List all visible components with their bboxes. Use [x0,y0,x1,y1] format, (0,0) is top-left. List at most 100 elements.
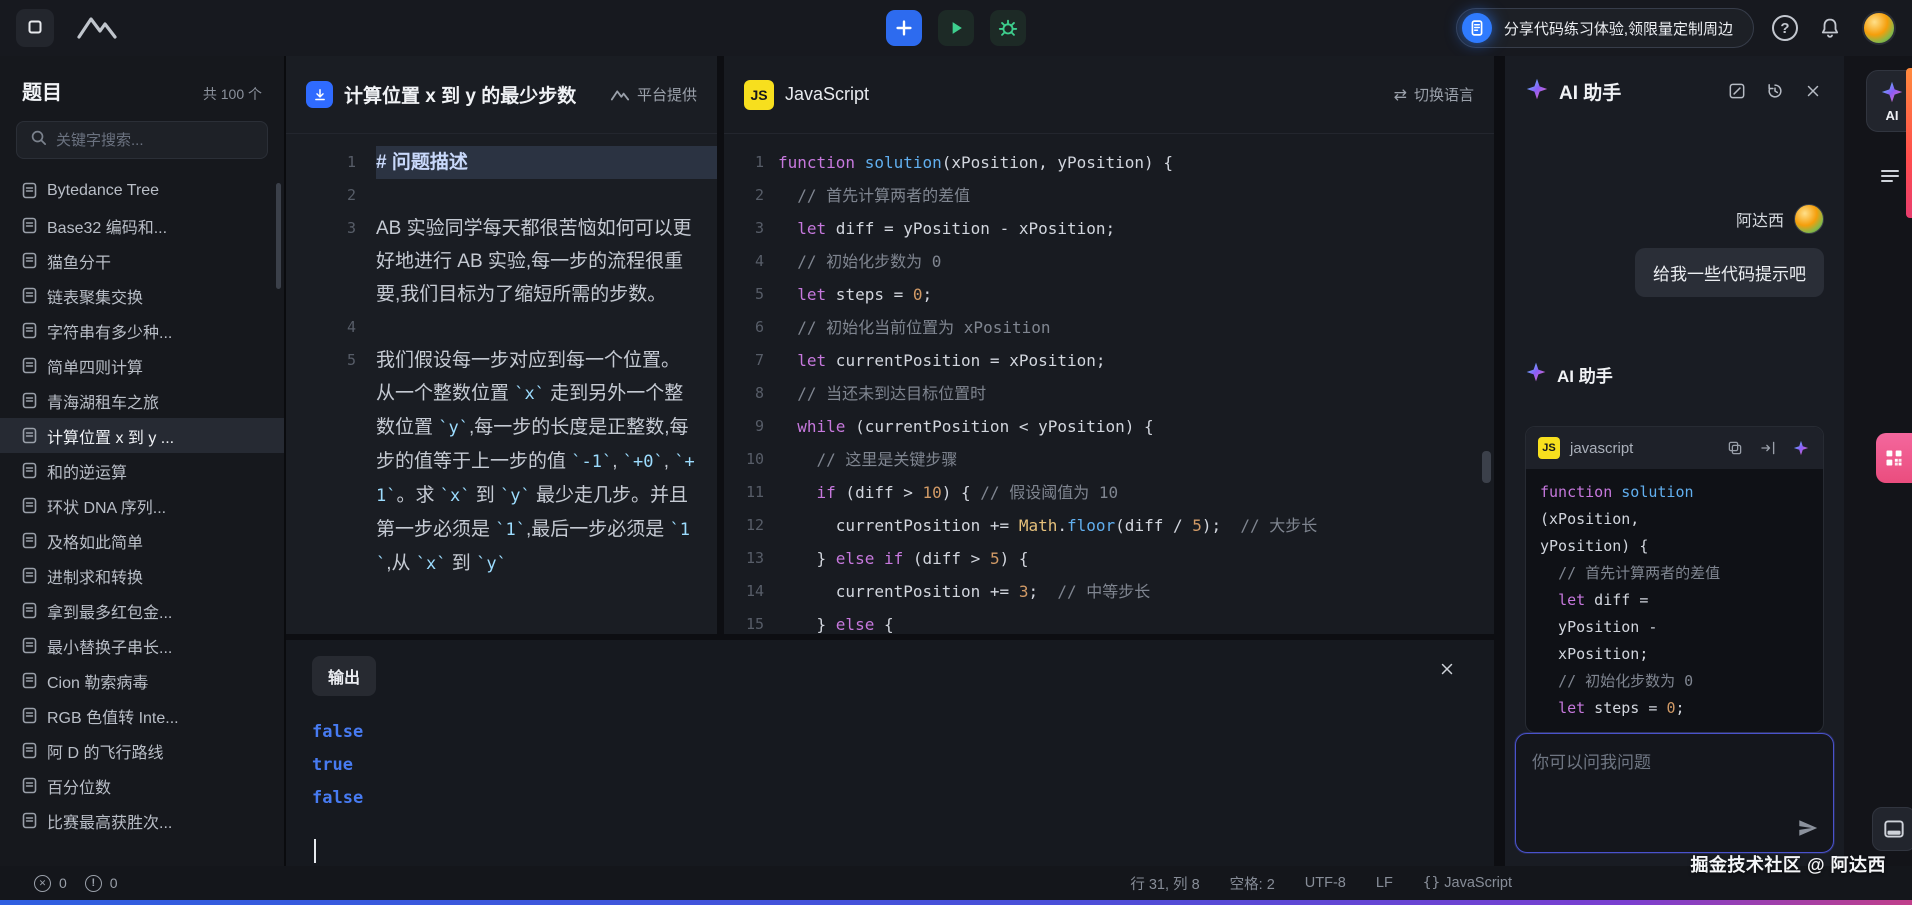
output-panel: 输出 falsetruefalse [286,640,1494,866]
status-item[interactable]: 行 31, 列 8 [1130,873,1199,894]
warnings-count: 0 [110,875,118,891]
copy-code-icon[interactable] [1725,438,1745,458]
problem-list-item[interactable]: 最小替换子串长... [0,628,284,663]
problem-list-item[interactable]: 计算位置 x 到 y ... [0,418,284,453]
vertical-divider[interactable] [1494,56,1505,866]
debug-button[interactable] [990,10,1026,46]
problem-list-item[interactable]: Cion 勒索病毒 [0,663,284,698]
problem-list-item[interactable]: 百分位数 [0,768,284,803]
document-icon [22,672,37,689]
problem-list-item[interactable]: 简单四则计算 [0,348,284,383]
topbar: 分享代码练习体验,领限量定制周边 [0,0,1912,56]
new-chat-icon[interactable] [1726,80,1748,102]
problem-list-item[interactable]: 链表聚集交换 [0,278,284,313]
panel-splitter[interactable] [717,56,724,634]
output-line: false [312,716,1468,749]
ai-panel-title: AI 助手 [1559,78,1621,105]
problem-title[interactable]: 计算位置 x 到 y 的最少步数 [344,81,576,108]
search-icon [29,128,48,152]
insert-code-icon[interactable] [1758,438,1778,458]
code-line: 14 currentPosition += 3; // 中等步长 [724,575,1494,608]
editor-code[interactable]: 1function solution(xPosition, yPosition)… [724,134,1494,634]
status-item[interactable]: 空格: 2 [1230,873,1275,894]
switch-language-button[interactable]: 切换语言 [1394,84,1474,105]
problem-content[interactable]: 1# 问题描述2 3AB 实验同学每天都很苦恼如何可以更好地进行 AB 实验,每… [286,134,717,634]
problem-list-item[interactable]: 阿 D 的飞行路线 [0,733,284,768]
document-icon [22,462,37,479]
errors-count: 0 [59,875,67,891]
window-layout-button[interactable] [16,9,54,47]
status-item[interactable]: {} JavaScript [1423,875,1512,891]
right-toolbar: AI [1844,56,1912,866]
bell-icon[interactable] [1816,14,1844,42]
menu-icon-button[interactable] [1876,162,1904,190]
problem-list-item[interactable]: 和的逆运算 [0,453,284,488]
ai-input[interactable] [1516,734,1833,812]
problems-status[interactable]: 0 0 [34,875,128,892]
toggle-bottom-panel-button[interactable] [1872,807,1912,851]
problem-item-label: 字符串有多少种... [47,319,172,343]
problem-item-label: 比赛最高获胜次... [47,809,172,833]
problem-list-item[interactable]: Bytedance Tree [0,173,284,208]
code-line: xPosition; [1540,641,1809,668]
problem-list-item[interactable]: 环状 DNA 序列... [0,488,284,523]
app-logo-icon[interactable] [74,14,120,42]
document-icon [1462,13,1492,43]
problem-item-label: 拿到最多红包金... [47,599,172,623]
search-box[interactable] [16,121,268,159]
bug-icon [997,17,1019,39]
search-input[interactable] [56,132,255,149]
assistant-sparkle-icon [1525,361,1547,388]
output-tab[interactable]: 输出 [312,656,376,696]
problem-list-item[interactable]: 拿到最多红包金... [0,593,284,628]
close-ai-panel-icon[interactable] [1802,80,1824,102]
status-item[interactable]: LF [1376,875,1393,891]
problem-list-item[interactable]: 字符串有多少种... [0,313,284,348]
problem-list-item[interactable]: 进制求和转换 [0,558,284,593]
problem-list-item[interactable]: Base32 编码和... [0,208,284,243]
code-line: 10 // 这里是关键步骤 [724,443,1494,476]
platform-logo-icon [610,88,630,102]
app: 分享代码练习体验,领限量定制周边 题目 共 100 个 Bytedance Tr… [0,0,1912,905]
apply-code-sparkle-icon[interactable] [1791,438,1811,458]
code-line: let diff = [1540,587,1809,614]
statusbar: 0 0 行 31, 列 8 空格: 2 UTF-8 LF {} JavaScript [0,866,1912,900]
problem-item-label: Cion 勒索病毒 [47,669,148,693]
editor-scrollbar[interactable] [1482,451,1491,483]
promo-banner[interactable]: 分享代码练习体验,领限量定制周边 [1456,8,1754,48]
problem-item-label: 计算位置 x 到 y ... [47,424,174,448]
ai-header: AI 助手 [1505,56,1844,126]
close-output-icon[interactable] [1438,660,1456,681]
code-line: 1function solution(xPosition, yPosition)… [724,146,1494,179]
document-icon [22,357,37,374]
problem-list-item[interactable]: RGB 色值转 Inte... [0,698,284,733]
ai-tool-label: AI [1886,108,1899,123]
ai-input-box[interactable] [1515,733,1834,853]
document-icon [22,567,37,584]
document-icon [22,287,37,304]
send-icon[interactable] [1797,817,1819,842]
workspace: 计算位置 x 到 y 的最少步数 平台提供 1# 问题描述2 3AB 实验同学每… [286,56,1494,866]
problem-list-item[interactable]: 比赛最高获胜次... [0,803,284,838]
document-icon [22,217,37,234]
document-icon [22,602,37,619]
problem-list-item[interactable]: 及格如此简单 [0,523,284,558]
sidebar-scrollbar[interactable] [276,183,281,289]
add-button[interactable] [886,10,922,46]
problem-list-item[interactable]: 青海湖租车之旅 [0,383,284,418]
history-icon[interactable] [1764,80,1786,102]
document-icon [22,252,37,269]
code-line: 13 } else if (diff > 5) { [724,542,1494,575]
bottom-accent-line [0,900,1912,905]
problem-item-label: Bytedance Tree [47,182,159,200]
problem-item-label: 及格如此简单 [47,529,143,553]
document-icon [22,707,37,724]
document-icon [22,427,37,444]
user-avatar[interactable] [1862,11,1896,45]
qr-promo-tab[interactable] [1876,433,1912,483]
status-item[interactable]: UTF-8 [1305,875,1346,891]
help-icon[interactable] [1772,15,1798,41]
document-icon [22,322,37,339]
problem-list-item[interactable]: 猫鱼分干 [0,243,284,278]
run-button[interactable] [938,10,974,46]
